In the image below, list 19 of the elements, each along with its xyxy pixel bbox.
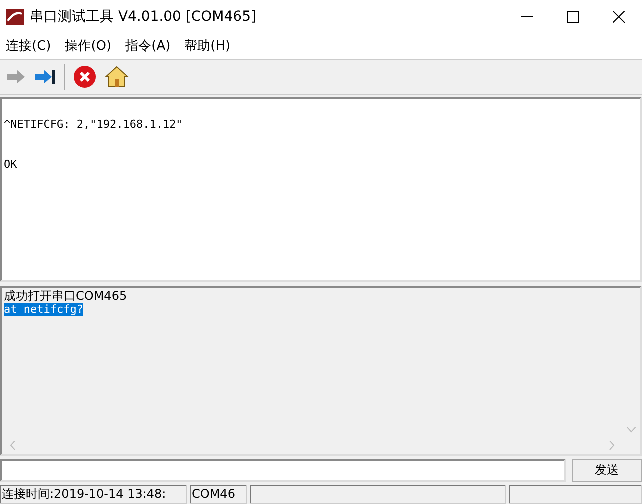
- minimize-icon[interactable]: [521, 16, 533, 18]
- menu-item[interactable]: 操作(O): [65, 37, 112, 56]
- stop-icon[interactable]: [73, 65, 97, 90]
- status-text: COM46: [190, 485, 247, 504]
- maximize-icon[interactable]: [567, 11, 579, 23]
- log-line: 成功打开串口COM465: [4, 288, 128, 303]
- send-button[interactable]: 发送: [572, 459, 642, 482]
- output-line: ^NETIFCFG: 2,"192.168.1.12": [4, 117, 184, 134]
- close-icon[interactable]: [613, 11, 625, 23]
- home-icon[interactable]: [105, 65, 129, 90]
- status-text: 连接时间:2019-10-14 13:48:: [0, 485, 187, 504]
- menu-item[interactable]: 指令(A): [126, 37, 171, 56]
- input-field[interactable]: [0, 459, 566, 482]
- window-title: 串口测试工具 V4.01.00 [COM465]: [30, 8, 258, 26]
- output-line: OK: [4, 157, 18, 174]
- app-logo-icon: [6, 9, 24, 25]
- menu-item[interactable]: 连接(C): [6, 37, 52, 56]
- arrow-to-bar-icon[interactable]: [34, 69, 56, 86]
- menu-item[interactable]: 帮助(H): [184, 37, 231, 56]
